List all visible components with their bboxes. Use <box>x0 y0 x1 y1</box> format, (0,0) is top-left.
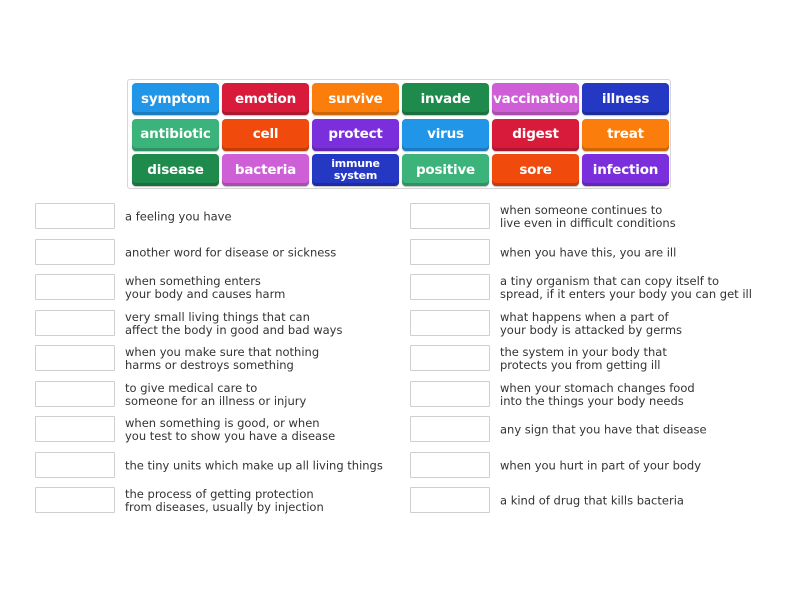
clue-text: any sign that you have that disease <box>500 422 707 437</box>
word-tile-symptom[interactable]: symptom <box>132 83 219 115</box>
answer-drop-box[interactable] <box>410 487 490 513</box>
answer-drop-box[interactable] <box>35 345 115 371</box>
clue-text: the process of getting protection from d… <box>125 487 324 514</box>
answer-drop-box[interactable] <box>35 451 115 478</box>
clue-text: when your stomach changes food into the … <box>500 380 695 408</box>
word-tile-immune-system[interactable]: immune system <box>312 154 399 186</box>
clue-text: when you hurt in part of your body <box>500 458 702 472</box>
word-tile-sore[interactable]: sore <box>492 154 579 186</box>
word-tile-treat[interactable]: treat <box>582 118 669 151</box>
answer-drop-box[interactable] <box>35 203 115 229</box>
word-tile-illness[interactable]: illness <box>582 83 669 115</box>
word-tile-cell[interactable]: cell <box>222 118 309 151</box>
answer-drop-box[interactable] <box>35 274 115 300</box>
answer-drop-box[interactable] <box>35 416 115 442</box>
clue-text: when you make sure that nothing harms or… <box>125 345 320 372</box>
answer-drop-box[interactable] <box>410 238 490 265</box>
word-tile-positive[interactable]: positive <box>402 154 489 186</box>
answer-drop-box[interactable] <box>410 451 490 478</box>
word-tile-virus[interactable]: virus <box>402 118 489 151</box>
answer-drop-box[interactable] <box>410 380 490 407</box>
clue-text: what happens when a part of your body is… <box>500 309 683 337</box>
clue-text: another word for disease or sickness <box>125 245 337 259</box>
clue-text: when someone continues to live even in d… <box>500 203 676 230</box>
clue-text: when you have this, you are ill <box>500 245 677 259</box>
answer-drop-box[interactable] <box>35 380 115 407</box>
clue-text: a tiny organism that can copy itself to … <box>500 274 752 301</box>
word-tile-bacteria[interactable]: bacteria <box>222 154 309 186</box>
word-tile-invade[interactable]: invade <box>402 83 489 115</box>
word-tile-disease[interactable]: disease <box>132 154 219 186</box>
word-tile-antibiotic[interactable]: antibiotic <box>132 118 219 151</box>
clue-text: very small living things that can affect… <box>125 309 343 337</box>
clue-text: the system in your body that protects yo… <box>500 345 667 372</box>
word-tile-survive[interactable]: survive <box>312 83 399 115</box>
clue-text: the tiny units which make up all living … <box>125 458 383 472</box>
word-tile-vaccination[interactable]: vaccination <box>492 83 579 115</box>
word-tile-protect[interactable]: protect <box>312 118 399 151</box>
answer-drop-box[interactable] <box>410 203 490 229</box>
word-tile-digest[interactable]: digest <box>492 118 579 151</box>
answer-drop-box[interactable] <box>410 416 490 442</box>
answer-drop-box[interactable] <box>35 238 115 265</box>
clue-text: to give medical care to someone for an i… <box>125 380 307 408</box>
word-tile-infection[interactable]: infection <box>582 154 669 186</box>
clue-text: when something is good, or when you test… <box>125 416 336 443</box>
answer-drop-box[interactable] <box>35 487 115 513</box>
clue-text: a kind of drug that kills bacteria <box>500 493 684 508</box>
word-tile-emotion[interactable]: emotion <box>222 83 309 115</box>
answer-drop-box[interactable] <box>410 345 490 371</box>
answer-drop-box[interactable] <box>35 309 115 336</box>
answer-drop-box[interactable] <box>410 309 490 336</box>
answer-drop-box[interactable] <box>410 274 490 300</box>
clue-text: a feeling you have <box>125 209 232 224</box>
clue-text: when something enters your body and caus… <box>125 274 286 301</box>
